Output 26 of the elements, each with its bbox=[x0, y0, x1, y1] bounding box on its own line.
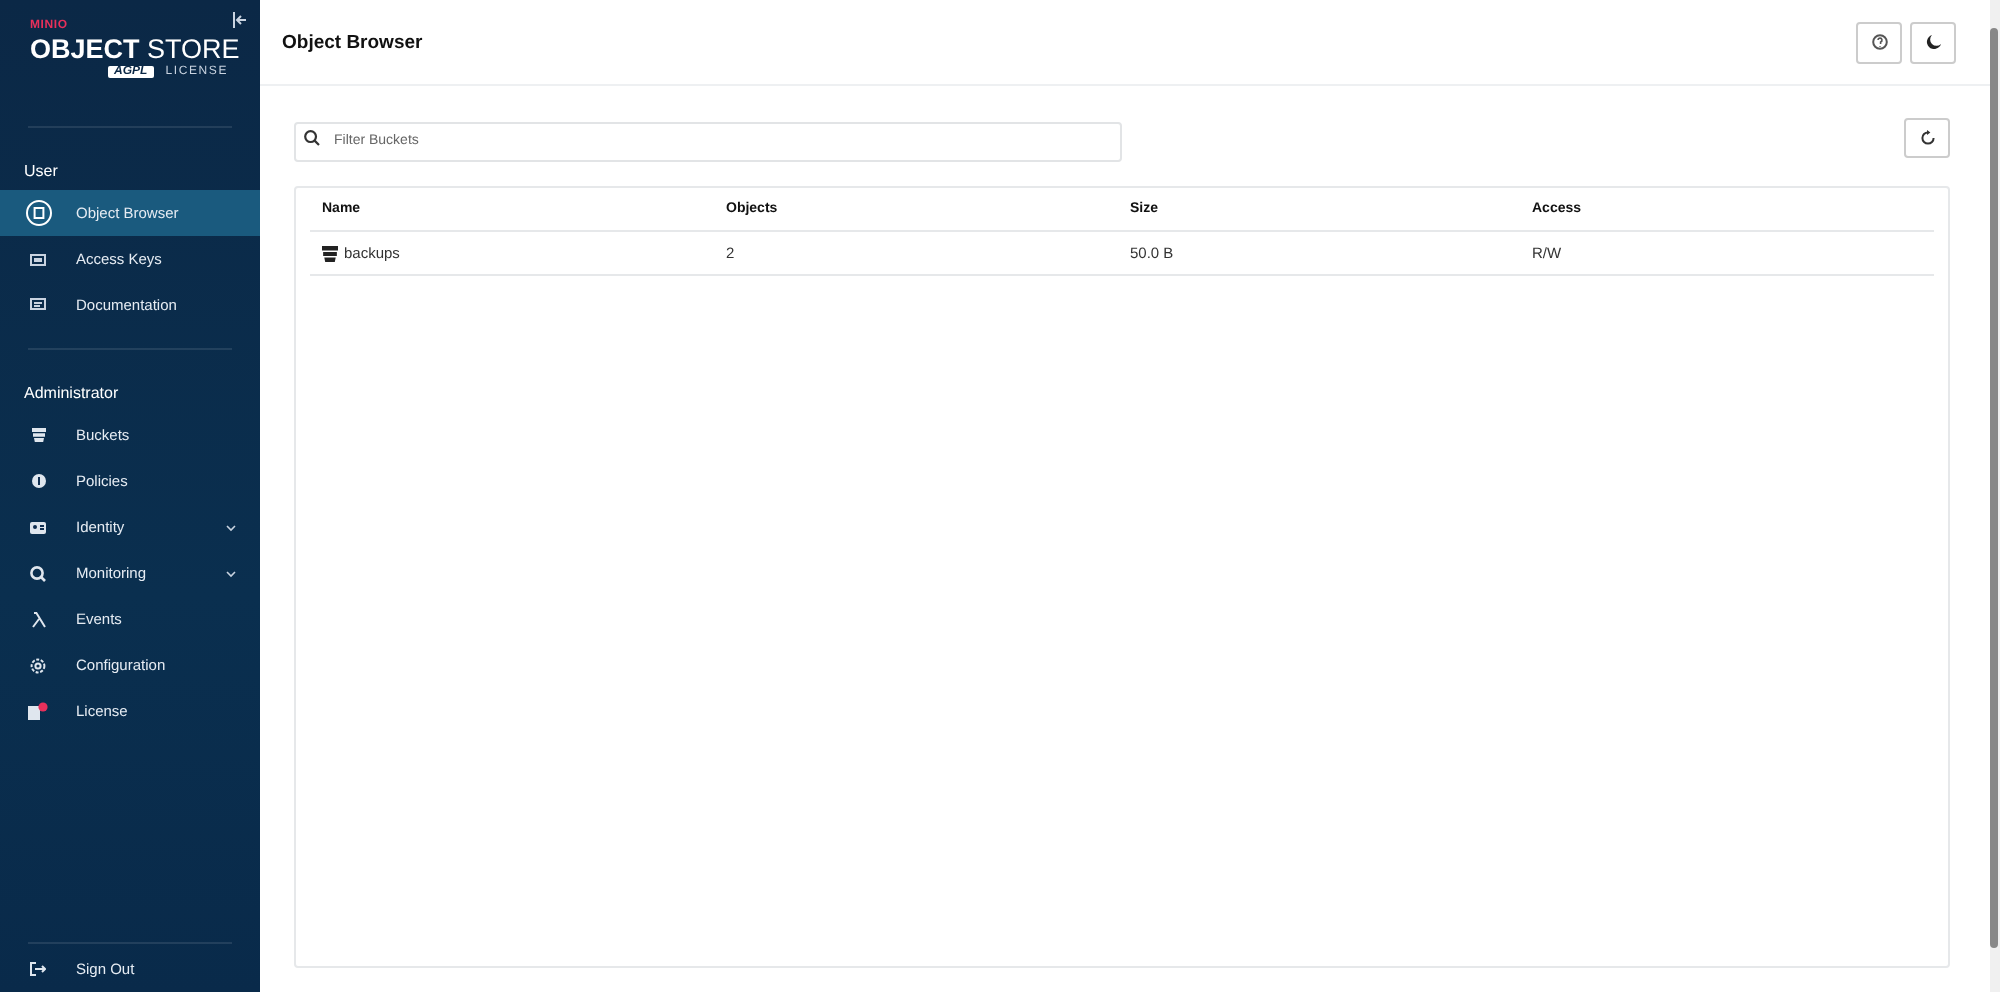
collapse-icon[interactable] bbox=[232, 12, 248, 28]
dark-mode-button[interactable] bbox=[1910, 21, 1956, 63]
identity-icon bbox=[30, 521, 46, 533]
object-browser-icon bbox=[25, 200, 51, 226]
refresh-icon bbox=[1919, 130, 1935, 146]
gear-icon bbox=[30, 657, 46, 673]
documentation-icon bbox=[30, 298, 46, 312]
help-button[interactable] bbox=[1856, 21, 1902, 63]
section-title: Administrator bbox=[22, 382, 121, 406]
scrollbar[interactable] bbox=[1990, 0, 2000, 992]
scrollbar-thumb[interactable] bbox=[1990, 28, 1998, 948]
product-title: OBJECT STORE bbox=[30, 32, 240, 65]
search-icon bbox=[304, 130, 320, 146]
sign-out-icon bbox=[30, 961, 46, 975]
section-title: User bbox=[22, 160, 60, 184]
monitoring-icon bbox=[30, 565, 46, 581]
page-title: Object Browser bbox=[282, 31, 423, 53]
refresh-button[interactable] bbox=[1904, 118, 1950, 158]
access-keys-icon bbox=[30, 253, 46, 265]
bucket-icon bbox=[31, 428, 45, 442]
bucket-icon bbox=[322, 245, 338, 261]
help-icon bbox=[1871, 34, 1887, 50]
license-icon bbox=[28, 702, 48, 720]
lambda-icon bbox=[31, 611, 45, 627]
moon-icon bbox=[1925, 34, 1941, 50]
policy-icon bbox=[31, 474, 45, 488]
